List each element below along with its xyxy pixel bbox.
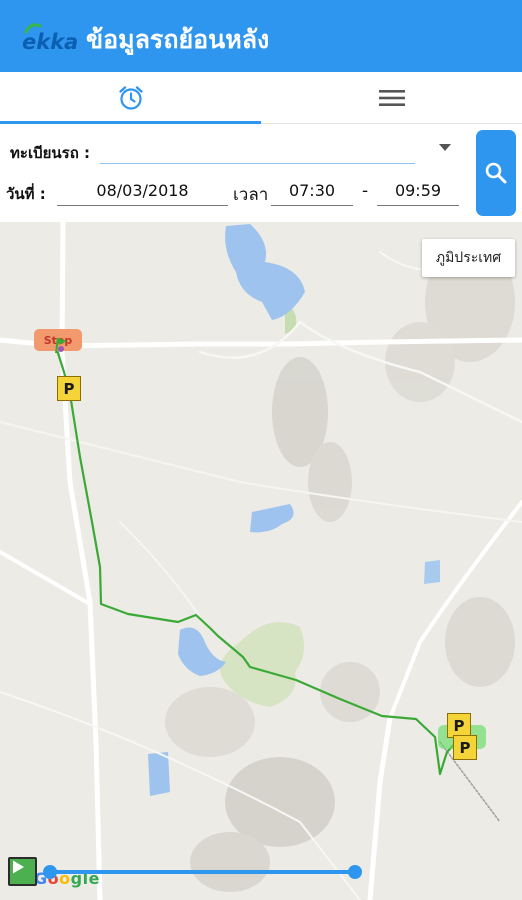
search-form: ทะเบียนรถ : วันที่ : เวลา - <box>0 124 522 222</box>
map-view[interactable]: ภูมิประเทศ Stop P P P Google <box>0 222 522 900</box>
parking-marker[interactable]: P <box>453 735 477 760</box>
tab-history[interactable] <box>0 72 261 124</box>
end-time-field[interactable] <box>377 176 459 206</box>
svg-text:ekka: ekka <box>22 30 78 54</box>
playback-end-handle[interactable] <box>348 865 362 879</box>
playback-slider-track[interactable] <box>50 870 355 874</box>
lake-middle <box>250 504 294 533</box>
route-line <box>55 349 459 776</box>
date-field[interactable] <box>57 176 228 206</box>
tab-bar <box>0 72 522 124</box>
page-title: ข้อมูลรถย้อนหลัง <box>86 25 270 54</box>
hamburger-menu-icon <box>378 90 405 106</box>
play-button[interactable] <box>8 857 37 886</box>
search-icon <box>485 162 507 184</box>
terrain-toggle-button[interactable]: ภูมิประเทศ <box>422 239 515 277</box>
map-canvas <box>0 222 522 900</box>
start-time-field[interactable] <box>271 176 353 206</box>
ekka-logo: ekka <box>22 23 78 54</box>
app-screen: ekka ข้อมูลรถย้อนหลัง ทะเบียนรถ : วันที่… <box>0 0 522 900</box>
time-separator: - <box>362 181 369 201</box>
app-header: ekka ข้อมูลรถย้อนหลัง <box>0 0 522 72</box>
play-icon <box>13 860 24 874</box>
tab-menu[interactable] <box>261 72 522 124</box>
alarm-clock-icon <box>118 86 143 110</box>
dropdown-arrow-icon[interactable] <box>439 144 451 151</box>
lake-south <box>148 752 170 796</box>
parking-marker[interactable]: P <box>57 376 81 401</box>
search-button[interactable] <box>476 130 516 216</box>
plate-label: ทะเบียนรถ : <box>10 144 90 162</box>
date-label: วันที่ : <box>6 185 46 203</box>
start-flag-icon <box>55 337 67 354</box>
plate-select[interactable] <box>100 136 415 164</box>
lake-west <box>178 627 226 676</box>
playback-start-handle[interactable] <box>43 865 57 879</box>
lake-north <box>225 224 305 320</box>
time-label: เวลา <box>233 185 269 205</box>
